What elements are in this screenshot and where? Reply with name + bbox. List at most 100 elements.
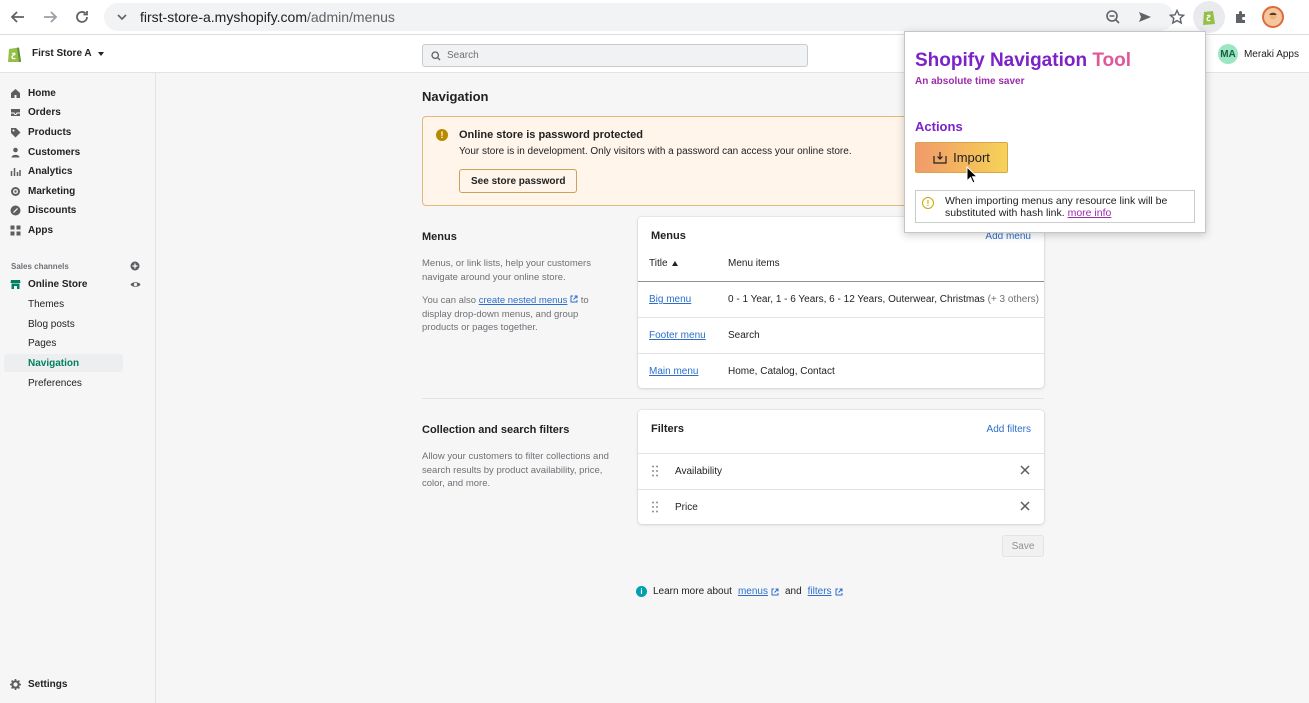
page-title: Navigation xyxy=(422,89,489,104)
exclamation-icon: ! xyxy=(922,197,934,209)
import-button[interactable]: Import xyxy=(915,142,1008,173)
sidebar-sub-themes[interactable]: Themes xyxy=(28,296,64,312)
sidebar-item-online-store[interactable]: Online Store xyxy=(10,275,87,293)
sidebar-item-label: Discounts xyxy=(28,204,77,216)
chevron-down-icon xyxy=(116,11,130,23)
big-menu-link[interactable]: Big menu xyxy=(649,294,691,305)
user-avatar: MA xyxy=(1217,44,1238,64)
tag-icon xyxy=(10,127,21,138)
sidebar-item-orders[interactable]: Orders xyxy=(10,103,61,121)
star-icon[interactable] xyxy=(1161,1,1193,33)
sidebar-item-label: Online Store xyxy=(28,278,88,290)
arrow-left-icon xyxy=(10,11,24,23)
menu-items-cell: Search xyxy=(728,330,760,341)
mouse-cursor-icon xyxy=(966,166,978,184)
filters-card-title: Filters xyxy=(651,423,685,435)
sidebar-item-label: Analytics xyxy=(28,165,73,177)
more-count: (+ 3 others) xyxy=(987,294,1040,305)
extension-popup: Shopify Navigation Tool An absolute time… xyxy=(904,31,1206,233)
user-name: Meraki Apps xyxy=(1243,48,1299,60)
sidebar-item-customers[interactable]: Customers xyxy=(10,143,80,161)
filters-section-title: Collection and search filters xyxy=(422,424,570,436)
menu-items-text: 0 - 1 Year, 1 - 6 Years, 6 - 12 Years, O… xyxy=(728,294,985,305)
sidebar-sub-preferences[interactable]: Preferences xyxy=(28,375,82,391)
main-menu-link[interactable]: Main menu xyxy=(649,366,698,377)
sidebar-item-label: Home xyxy=(28,87,56,99)
sales-channels-heading: Sales channels xyxy=(11,262,69,271)
menus-section-nested-note: You can also create nested menus to disp… xyxy=(422,294,612,335)
sidebar-sub-navigation[interactable]: Navigation xyxy=(28,355,79,371)
sidebar-item-settings[interactable]: Settings xyxy=(10,675,67,693)
admin-sidebar: Home Orders Products Customers Analytics… xyxy=(0,73,156,703)
more-info-link[interactable]: more info xyxy=(1068,207,1112,219)
shopify-extension-icon[interactable] xyxy=(1193,1,1225,33)
drag-handle-icon[interactable] xyxy=(652,465,658,477)
sidebar-item-label: Apps xyxy=(28,224,53,236)
sidebar-sub-pages[interactable]: Pages xyxy=(28,335,56,351)
filters-section-description: Allow your customers to filter collectio… xyxy=(422,451,609,489)
menus-help-link[interactable]: menus xyxy=(738,586,768,597)
sidebar-sub-blog-posts[interactable]: Blog posts xyxy=(28,316,75,332)
popup-title-part2: Tool xyxy=(1092,50,1132,71)
sidebar-item-label: Products xyxy=(28,126,72,138)
reload-button[interactable] xyxy=(66,1,98,33)
see-store-password-button[interactable]: See store password xyxy=(459,169,578,193)
zoom-icon[interactable] xyxy=(1097,1,1129,33)
nested-note-pre: You can also xyxy=(422,295,479,306)
table-row: Main menu Home, Catalog, Contact xyxy=(638,353,1044,389)
gear-icon xyxy=(10,678,21,690)
filter-row: Availability xyxy=(638,453,1044,489)
sidebar-item-label: Marketing xyxy=(28,185,76,197)
address-bar[interactable]: first-store-a.myshopify.com/admin/menus xyxy=(104,3,1174,31)
footer-menu-link[interactable]: Footer menu xyxy=(649,330,706,341)
close-icon[interactable] xyxy=(1020,501,1030,511)
person-icon xyxy=(10,147,21,158)
add-filters-link[interactable]: Add filters xyxy=(987,424,1031,435)
filters-help-link[interactable]: filters xyxy=(808,586,832,597)
close-icon[interactable] xyxy=(1020,465,1030,475)
user-menu[interactable]: MA Meraki Apps xyxy=(1217,44,1299,64)
banner-description: Your store is in development. Only visit… xyxy=(459,146,852,157)
warning-icon: ! xyxy=(436,129,448,141)
save-button[interactable]: Save xyxy=(1002,535,1044,557)
banner-title: Online store is password protected xyxy=(459,129,643,141)
actions-heading: Actions xyxy=(915,119,963,134)
send-icon[interactable] xyxy=(1129,1,1161,33)
sidebar-item-label: Customers xyxy=(28,146,81,158)
learn-more-pre: Learn more about xyxy=(653,586,732,597)
add-channel-icon[interactable] xyxy=(130,261,140,271)
drag-handle-icon[interactable] xyxy=(652,501,658,513)
external-link-icon xyxy=(835,588,843,595)
filters-card: Filters Add filters Availability Price xyxy=(638,410,1044,524)
profile-button[interactable] xyxy=(1257,1,1289,33)
admin-search[interactable] xyxy=(422,44,808,67)
sidebar-item-home[interactable]: Home xyxy=(10,84,56,102)
store-name: First Store A xyxy=(32,48,92,59)
filter-label: Availability xyxy=(675,466,723,477)
menu-items-cell: 0 - 1 Year, 1 - 6 Years, 6 - 12 Years, O… xyxy=(728,294,1039,305)
sidebar-item-apps[interactable]: Apps xyxy=(10,221,53,239)
import-icon xyxy=(933,151,947,164)
discount-icon xyxy=(10,205,21,216)
apps-icon xyxy=(10,225,21,236)
forward-button[interactable] xyxy=(34,1,66,33)
sidebar-item-analytics[interactable]: Analytics xyxy=(10,162,72,180)
import-note: ! When importing menus any resource link… xyxy=(915,190,1195,223)
menus-card-title: Menus xyxy=(651,230,686,242)
menus-section-description: Menus, or link lists, help your customer… xyxy=(422,258,591,283)
orders-icon xyxy=(10,107,21,118)
store-switcher[interactable]: First Store A xyxy=(32,48,104,59)
eye-icon[interactable] xyxy=(130,280,141,289)
table-row: Big menu 0 - 1 Year, 1 - 6 Years, 6 - 12… xyxy=(638,282,1044,318)
note-text: When importing menus any resource link w… xyxy=(945,195,1190,219)
sidebar-item-products[interactable]: Products xyxy=(10,123,71,141)
create-nested-menus-link[interactable]: create nested menus xyxy=(479,295,568,306)
column-header-title[interactable]: Title xyxy=(649,258,678,269)
bar-chart-icon xyxy=(10,166,21,177)
puzzle-icon[interactable] xyxy=(1225,1,1257,33)
sidebar-item-discounts[interactable]: Discounts xyxy=(10,201,76,219)
sidebar-item-marketing[interactable]: Marketing xyxy=(10,182,75,200)
back-button[interactable] xyxy=(2,1,34,33)
search-input[interactable] xyxy=(447,50,787,61)
url-text: first-store-a.myshopify.com/admin/menus xyxy=(140,9,395,25)
